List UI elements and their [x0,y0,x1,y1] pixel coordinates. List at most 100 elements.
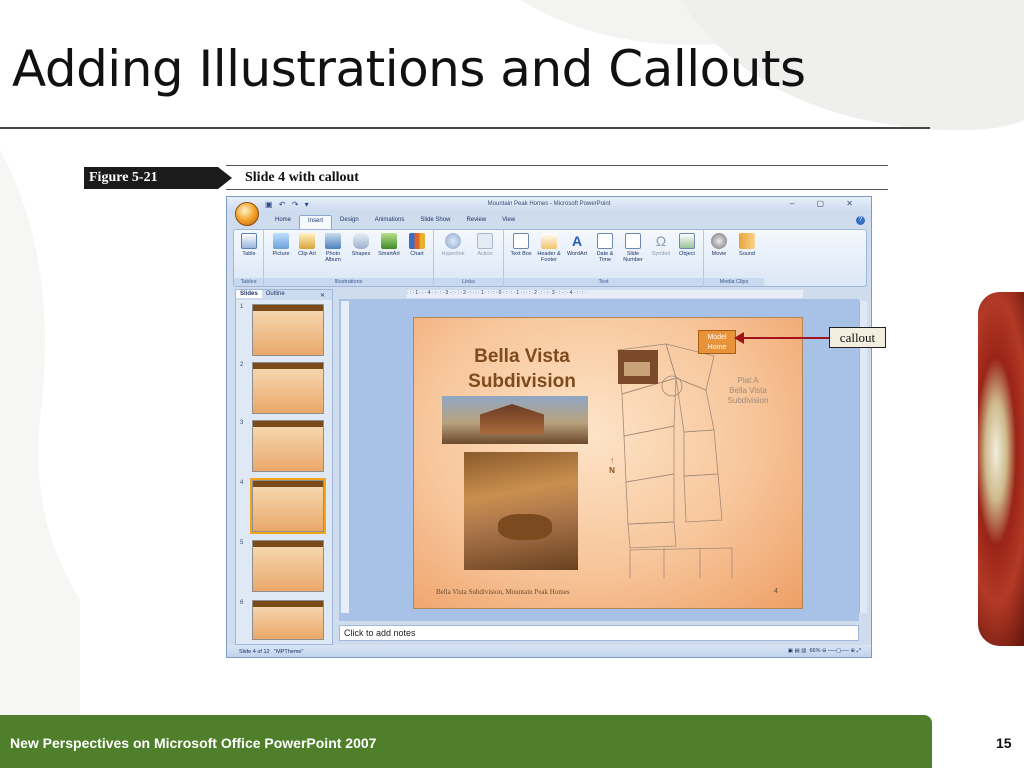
hyperlink-label: Hyperlink [441,251,465,257]
tab-design[interactable]: Design [332,215,367,229]
status-slide-of: Slide 4 of 12 [239,649,270,655]
slide-number-label: Slide Number [623,251,643,263]
slide-number-icon [625,233,641,249]
sound-label: Sound [739,251,755,257]
date-time-button[interactable]: Date & Time [592,233,618,263]
sound-button[interactable]: Sound [734,233,760,257]
model-home-line2: Home [707,344,727,351]
thumb-number: 3 [240,420,244,426]
house-shape [480,404,544,434]
tab-view[interactable]: View [494,215,523,229]
notes-pane[interactable]: Click to add notes [339,625,859,641]
slide-thumbnail[interactable] [252,540,324,592]
panel-tabs: Slides Outline ✕ [236,290,332,300]
chart-button[interactable]: Chart [404,233,430,257]
symbol-label: Symbol [651,251,671,257]
table-button[interactable]: Table [236,233,262,257]
thumb-banner [253,601,323,607]
picture-button[interactable]: Picture [268,233,294,257]
tab-outline[interactable]: Outline [262,290,289,298]
group-label-text: Text [504,278,703,286]
figure-rule-top [226,165,888,166]
horizontal-ruler[interactable]: ·:·1·:·4·:·:·3·:·:·2·:·:·1·:·:·0·:·:·1·:… [407,290,803,298]
object-icon [679,233,695,249]
tab-animations[interactable]: Animations [367,215,413,229]
callout-arrow-line [740,337,829,339]
photo-album-icon [325,233,341,249]
group-illustrations: Picture Clip Art Photo Album Shapes Smar… [264,230,434,287]
flower-photo [978,292,1024,646]
header-footer-button[interactable]: Header & Footer [536,233,562,263]
group-label-links: Links [434,278,503,286]
group-label-media-clips: Media Clips [704,278,764,286]
vertical-ruler[interactable] [341,301,349,613]
smartart-icon [381,233,397,249]
house-exterior-photo[interactable] [442,396,588,444]
thumb-number: 6 [240,600,244,606]
action-label: Action [477,251,493,257]
window-title: Mountain Peak Homes - Microsoft PowerPoi… [487,201,611,207]
group-label-illustrations: Illustrations [264,278,433,286]
plat-label: Plat A Bella Vista Subdivision [718,376,778,406]
chart-icon [409,233,425,249]
smartart-button[interactable]: SmartArt [376,233,402,257]
header-footer-icon [541,233,557,249]
tab-review[interactable]: Review [458,215,494,229]
presentation-slide: Adding Illustrations and Callouts Figure… [0,0,1024,768]
figure-caption: Slide 4 with callout [245,170,359,185]
current-slide[interactable]: Bella Vista Subdivision ↑ N Plat A Bella… [413,317,803,609]
tab-slide-show[interactable]: Slide Show [412,215,458,229]
callout-arrowhead-icon [734,332,744,344]
object-button[interactable]: Object [674,233,700,257]
action-button[interactable]: Action [472,233,498,257]
ribbon-tabs: Home Insert Design Animations Slide Show… [267,215,523,229]
shapes-icon [353,233,369,249]
clip-art-button[interactable]: Clip Art [294,233,320,257]
tab-insert[interactable]: Insert [299,215,333,229]
tab-home[interactable]: Home [267,215,299,229]
header-footer-label: Header & Footer [537,251,561,263]
slide-heading: Bella Vista Subdivision [442,344,602,394]
shapes-label: Shapes [351,251,371,257]
slide-thumbnail[interactable] [252,600,324,640]
symbol-button[interactable]: Ω Symbol [648,233,674,257]
thumb-banner [253,305,323,311]
figure-rule-bottom [226,189,888,190]
movie-button[interactable]: Movie [706,233,732,257]
chart-label: Chart [410,251,424,257]
title-divider [0,127,930,129]
text-box-button[interactable]: Text Box [508,233,534,257]
hyperlink-button[interactable]: Hyperlink [440,233,466,257]
slide-title: Adding Illustrations and Callouts [12,40,806,98]
close-icon[interactable]: ✕ [316,291,329,300]
slide-number: 4 [774,588,778,595]
slide-number-button[interactable]: Slide Number [620,233,646,263]
slide-thumbnail[interactable] [252,304,324,356]
shapes-button[interactable]: Shapes [348,233,374,257]
slide-heading-line2: Subdivision [468,371,576,392]
status-slide-info: Slide 4 of 12 "MPTheme" [239,649,303,655]
page-number: 15 [996,735,1012,751]
clip-art-label: Clip Art [298,251,316,257]
speaker-icon [739,233,755,249]
slide-thumbnail[interactable] [252,420,324,472]
slide-thumbnail-selected[interactable] [250,478,326,534]
table-icon [241,233,257,249]
wordart-button[interactable]: A WordArt [564,233,590,257]
window-controls[interactable]: – ▢ ✕ [790,199,863,208]
office-button-icon[interactable] [235,202,259,226]
slide-thumbnail[interactable] [252,362,324,414]
model-home-callout-box[interactable]: Model Home [698,330,736,354]
zoom-controls[interactable]: ▣ ▤ ▥ 66% ⊖ ──▢── ⊕ ⤢ [788,648,861,655]
smartart-label: SmartArt [378,251,400,257]
photo-album-button[interactable]: Photo Album [320,233,346,263]
dining-table-shape [498,514,552,540]
tab-slides[interactable]: Slides [236,290,262,298]
kitchen-interior-photo[interactable] [464,452,578,570]
figure-label: Figure 5-21 [89,170,158,185]
action-icon [477,233,493,249]
help-icon[interactable]: ? [856,216,865,225]
figure-label-tab: Figure 5-21 [84,167,232,189]
text-box-icon [513,233,529,249]
clip-art-icon [299,233,315,249]
